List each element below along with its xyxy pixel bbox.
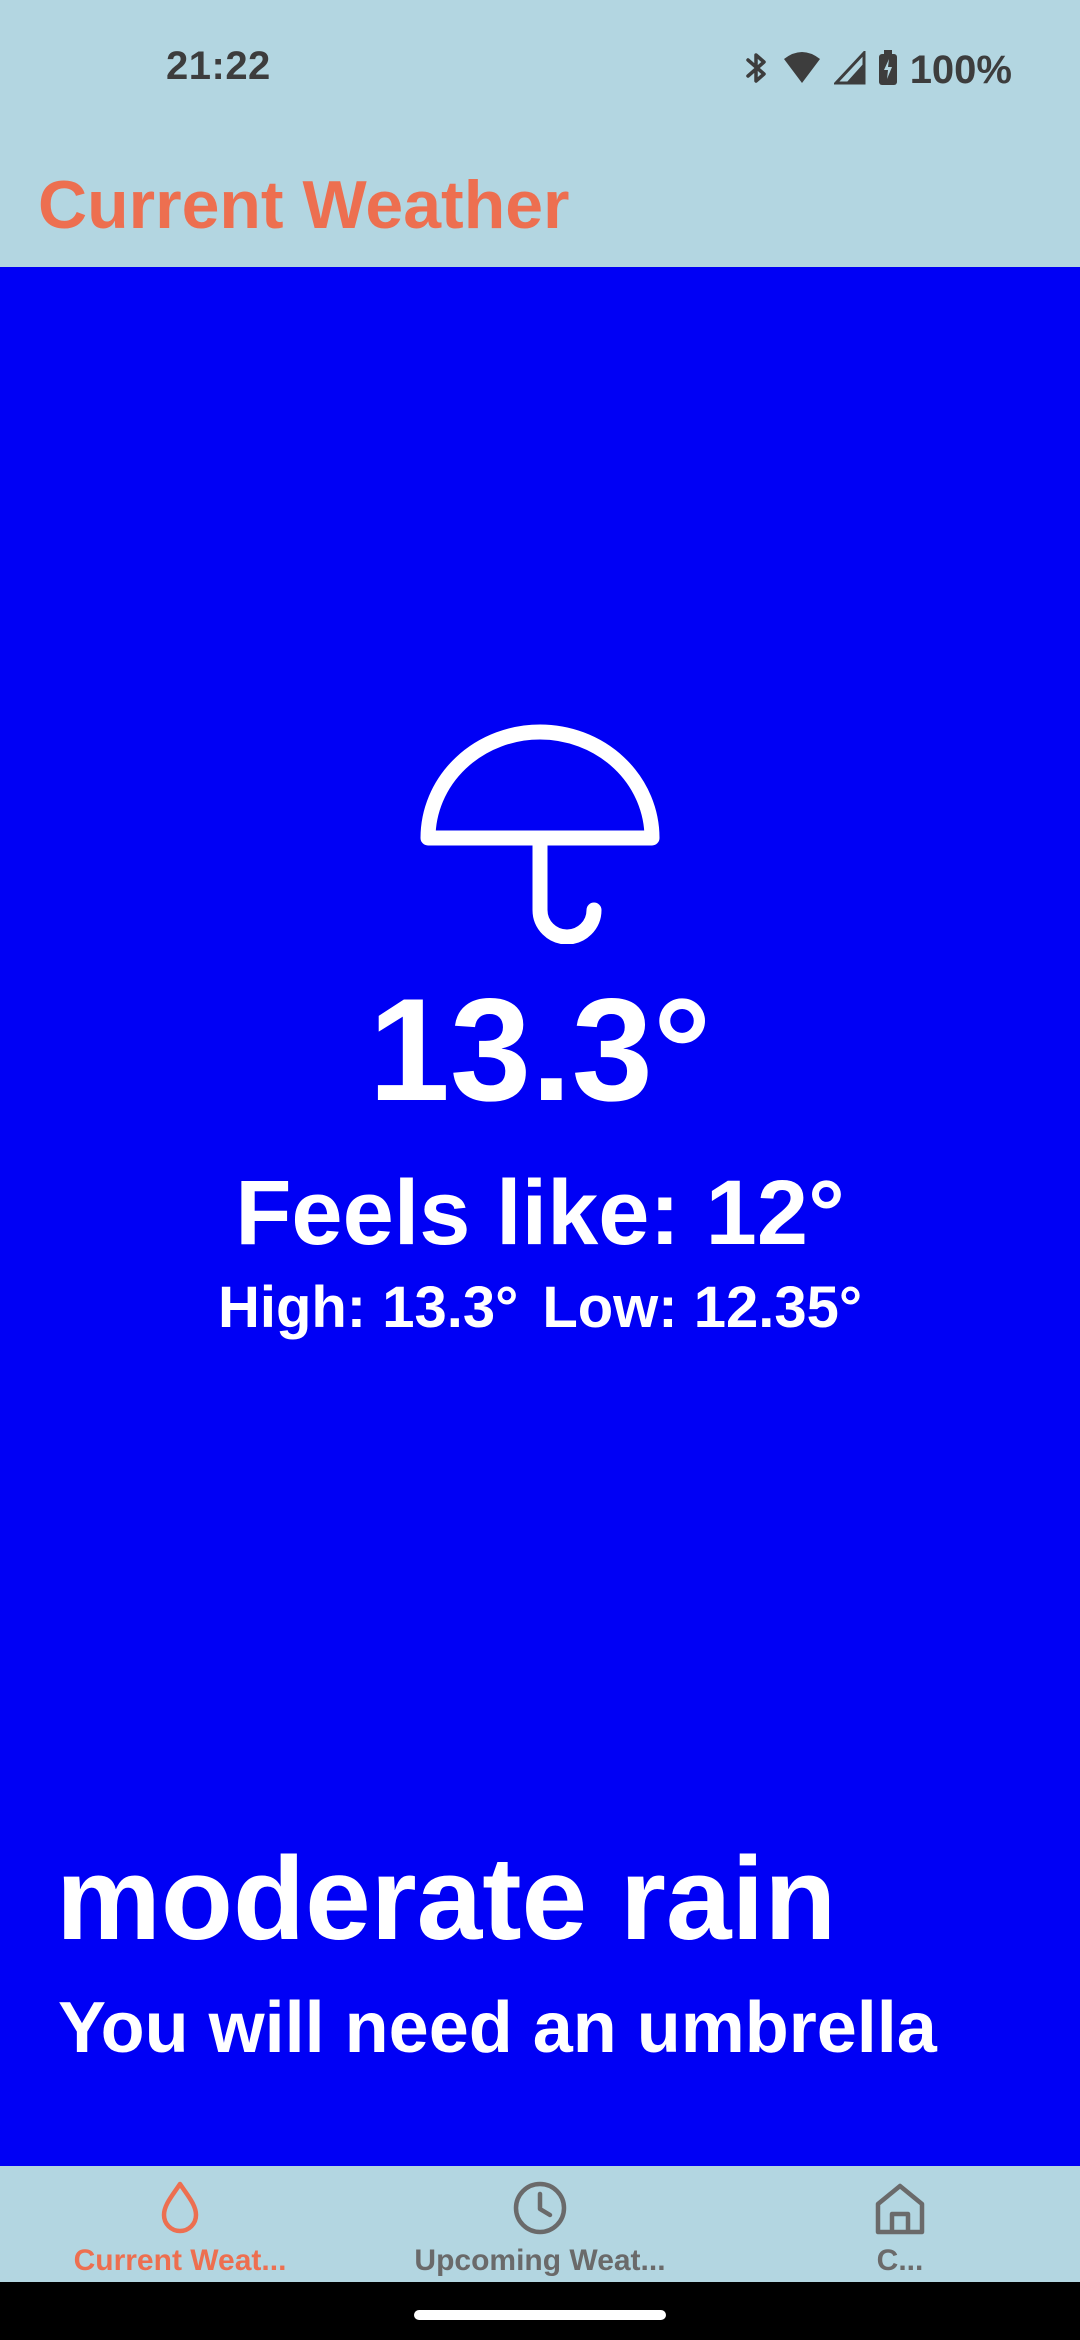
raindrop-icon bbox=[161, 2181, 199, 2234]
nav-label-upcoming-weather: Upcoming Weat... bbox=[414, 2244, 666, 2277]
nav-item-home[interactable]: C... bbox=[720, 2166, 1080, 2282]
feels-like-temperature: Feels like: 12° bbox=[235, 1162, 845, 1264]
low-temperature: Low: 12.35° bbox=[542, 1275, 863, 1340]
weather-panel: 13.3° Feels like: 12° High: 13.3° Low: 12… bbox=[0, 267, 1080, 2166]
bluetooth-icon bbox=[744, 50, 770, 91]
battery-percent: 100% bbox=[909, 47, 1012, 92]
app-bar: Current Weather bbox=[0, 136, 1080, 267]
home-icon bbox=[875, 2183, 925, 2235]
clock-icon bbox=[513, 2181, 567, 2235]
screen: 21:22 100% Current Weather 13.3° Feels l… bbox=[0, 0, 1080, 2340]
page-title: Current Weather bbox=[38, 167, 570, 243]
gesture-handle[interactable] bbox=[414, 2310, 666, 2320]
system-navigation-bar bbox=[0, 2282, 1080, 2340]
cellular-signal-icon bbox=[832, 48, 866, 90]
status-bar: 21:22 100% bbox=[0, 0, 1080, 136]
high-temperature: High: 13.3° bbox=[217, 1275, 519, 1340]
high-low-temperatures: High: 13.3° Low: 12.35° bbox=[0, 1279, 1080, 1337]
weather-advice: You will need an umbrella bbox=[58, 1988, 937, 2068]
umbrella-icon bbox=[420, 724, 660, 944]
bottom-navigation: Current Weat... Upcoming Weat... C... bbox=[0, 2166, 1080, 2282]
nav-item-upcoming-weather[interactable]: Upcoming Weat... bbox=[360, 2166, 720, 2282]
nav-item-current-weather[interactable]: Current Weat... bbox=[0, 2166, 360, 2282]
current-temperature: 13.3° bbox=[368, 968, 712, 1131]
status-time: 21:22 bbox=[166, 44, 271, 88]
battery-icon bbox=[878, 49, 898, 91]
weather-condition: moderate rain bbox=[56, 1833, 837, 1965]
status-icons: 100% bbox=[744, 44, 1012, 96]
wifi-icon bbox=[782, 51, 822, 90]
nav-label-home: C... bbox=[876, 2244, 924, 2277]
nav-label-current-weather: Current Weat... bbox=[73, 2244, 287, 2277]
